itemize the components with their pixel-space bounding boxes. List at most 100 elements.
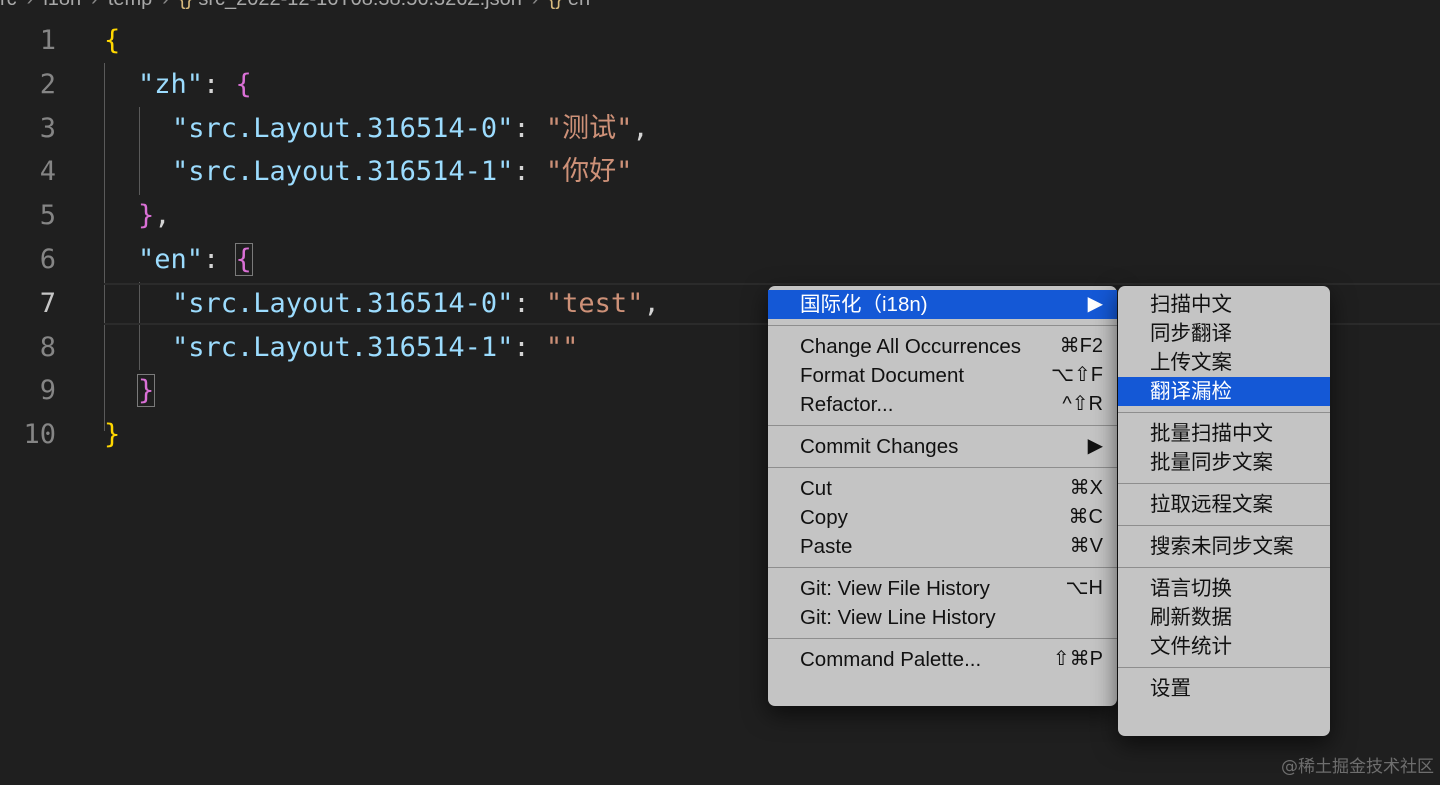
submenu-item-search-unsynced[interactable]: 搜索未同步文案 bbox=[1118, 532, 1330, 561]
json-file-icon: {} bbox=[179, 0, 192, 10]
json-key: "zh" bbox=[138, 68, 204, 100]
close-brace: } bbox=[138, 200, 155, 232]
submenu-arrow-icon: ▶ bbox=[1087, 293, 1103, 315]
menu-shortcut: ^⇧R bbox=[1062, 393, 1103, 415]
submenu-item-pull-remote[interactable]: 拉取远程文案 bbox=[1118, 490, 1330, 519]
submenu-item-batch-sync[interactable]: 批量同步文案 bbox=[1118, 448, 1330, 477]
json-string: "" bbox=[545, 331, 579, 363]
line-number: 5 bbox=[39, 200, 56, 232]
json-object-icon: {} bbox=[549, 0, 562, 10]
menu-item-format-document[interactable]: Format Document ⌥⇧F bbox=[768, 361, 1117, 390]
menu-shortcut: ⌘V bbox=[1069, 535, 1103, 557]
watermark: @稀土掘金技术社区 bbox=[1281, 757, 1434, 777]
json-string: "测试" bbox=[545, 112, 633, 144]
code-line: 5 }, bbox=[0, 194, 1440, 238]
menu-separator bbox=[768, 467, 1117, 468]
submenu-item-file-stats[interactable]: 文件统计 bbox=[1118, 632, 1330, 661]
open-brace: { bbox=[104, 25, 121, 56]
menu-separator bbox=[768, 567, 1117, 568]
menu-item-paste[interactable]: Paste ⌘V bbox=[768, 532, 1117, 561]
submenu-item-refresh-data[interactable]: 刷新数据 bbox=[1118, 603, 1330, 632]
breadcrumb-item-src[interactable]: rc bbox=[0, 0, 17, 10]
line-number: 4 bbox=[39, 156, 56, 188]
menu-separator bbox=[768, 325, 1117, 326]
json-key: "en" bbox=[138, 243, 204, 275]
menu-item-commit-changes[interactable]: Commit Changes ▶ bbox=[768, 432, 1117, 461]
menu-separator bbox=[768, 425, 1117, 426]
submenu-item-translate-check[interactable]: 翻译漏检 bbox=[1118, 377, 1330, 406]
breadcrumb-item-temp[interactable]: temp bbox=[108, 0, 152, 10]
colon: : bbox=[513, 287, 546, 319]
colon: : bbox=[203, 243, 236, 275]
line-number: 7 bbox=[39, 287, 56, 319]
colon: : bbox=[513, 156, 546, 188]
code-line: 4 "src.Layout.316514-1": "你好" bbox=[0, 150, 1440, 194]
submenu-item-sync-translate[interactable]: 同步翻译 bbox=[1118, 319, 1330, 348]
chevron-right-icon: › bbox=[17, 0, 44, 10]
submenu-item-language-switch[interactable]: 语言切换 bbox=[1118, 574, 1330, 603]
json-key: "src.Layout.316514-1" bbox=[172, 156, 514, 188]
menu-separator bbox=[1118, 567, 1330, 568]
line-number: 9 bbox=[39, 375, 56, 407]
chevron-right-icon: › bbox=[152, 0, 179, 10]
submenu-item-upload-copy[interactable]: 上传文案 bbox=[1118, 348, 1330, 377]
menu-item-i18n[interactable]: 国际化（i18n) ▶ bbox=[768, 290, 1117, 319]
submenu-item-scan-chinese[interactable]: 扫描中文 bbox=[1118, 290, 1330, 319]
colon: : bbox=[203, 68, 236, 100]
menu-item-cut[interactable]: Cut ⌘X bbox=[768, 474, 1117, 503]
menu-item-label: Git: View File History bbox=[800, 577, 990, 600]
menu-item-git-line-history[interactable]: Git: View Line History bbox=[768, 603, 1117, 632]
menu-shortcut: ⌘X bbox=[1069, 477, 1103, 499]
menu-shortcut: ⇧⌘P bbox=[1052, 648, 1103, 670]
menu-item-label: Format Document bbox=[800, 364, 965, 387]
menu-separator bbox=[1118, 412, 1330, 413]
menu-item-label: 国际化（i18n) bbox=[800, 293, 928, 316]
menu-item-label: Command Palette... bbox=[800, 648, 982, 671]
breadcrumb-item-i18n[interactable]: i18n bbox=[43, 0, 81, 10]
breadcrumb-item-symbol[interactable]: en bbox=[568, 0, 590, 10]
submenu-arrow-icon: ▶ bbox=[1087, 435, 1103, 457]
code-line: 2 "zh": { bbox=[0, 63, 1440, 107]
menu-separator bbox=[1118, 483, 1330, 484]
line-number: 8 bbox=[39, 331, 56, 363]
line-number: 10 bbox=[23, 419, 56, 451]
comma: , bbox=[643, 287, 660, 319]
line-number: 2 bbox=[39, 68, 56, 100]
code-line: 1 { bbox=[0, 19, 1440, 63]
breadcrumb: rc›i18n›temp›{}src_2022-12-16T08:38:56.3… bbox=[0, 0, 590, 12]
comma: , bbox=[154, 200, 171, 232]
menu-item-change-all-occurrences[interactable]: Change All Occurrences ⌘F2 bbox=[768, 332, 1117, 361]
menu-item-label: Change All Occurrences bbox=[800, 335, 1022, 358]
context-menu: 国际化（i18n) ▶ Change All Occurrences ⌘F2 F… bbox=[768, 286, 1117, 706]
menu-item-command-palette[interactable]: Command Palette... ⇧⌘P bbox=[768, 645, 1117, 674]
open-brace: { bbox=[235, 68, 252, 100]
close-brace: } bbox=[104, 419, 121, 451]
breadcrumb-item-file[interactable]: src_2022-12-16T08:38:56.326Z.json bbox=[198, 0, 522, 10]
menu-separator bbox=[1118, 667, 1330, 668]
menu-shortcut: ⌥⇧F bbox=[1050, 364, 1103, 386]
json-key: "src.Layout.316514-0" bbox=[172, 287, 514, 319]
json-string: "你好" bbox=[545, 156, 633, 188]
line-number: 1 bbox=[39, 25, 56, 56]
menu-shortcut: ⌘C bbox=[1068, 506, 1103, 528]
json-key: "src.Layout.316514-0" bbox=[172, 112, 514, 144]
menu-shortcut: ⌘F2 bbox=[1059, 335, 1103, 357]
menu-item-label: Commit Changes bbox=[800, 435, 959, 458]
open-brace-matched: { bbox=[234, 242, 253, 276]
submenu-item-settings[interactable]: 设置 bbox=[1118, 674, 1330, 703]
menu-item-copy[interactable]: Copy ⌘C bbox=[768, 503, 1117, 532]
json-string: "test" bbox=[545, 287, 644, 319]
colon: : bbox=[513, 112, 546, 144]
menu-separator bbox=[768, 638, 1117, 639]
menu-item-git-file-history[interactable]: Git: View File History ⌥H bbox=[768, 574, 1117, 603]
menu-shortcut: ⌥H bbox=[1065, 577, 1104, 599]
menu-item-label: Copy bbox=[800, 506, 848, 529]
menu-item-refactor[interactable]: Refactor... ^⇧R bbox=[768, 390, 1117, 419]
close-brace-matched: } bbox=[136, 374, 156, 408]
line-number: 6 bbox=[39, 243, 56, 275]
submenu-item-batch-scan[interactable]: 批量扫描中文 bbox=[1118, 419, 1330, 448]
code-line: 3 "src.Layout.316514-0": "测试", bbox=[0, 107, 1440, 151]
i18n-submenu: 扫描中文 同步翻译 上传文案 翻译漏检 批量扫描中文 批量同步文案 拉取远程文案… bbox=[1118, 286, 1330, 736]
chevron-right-icon: › bbox=[81, 0, 108, 10]
menu-item-label: Refactor... bbox=[800, 393, 894, 416]
